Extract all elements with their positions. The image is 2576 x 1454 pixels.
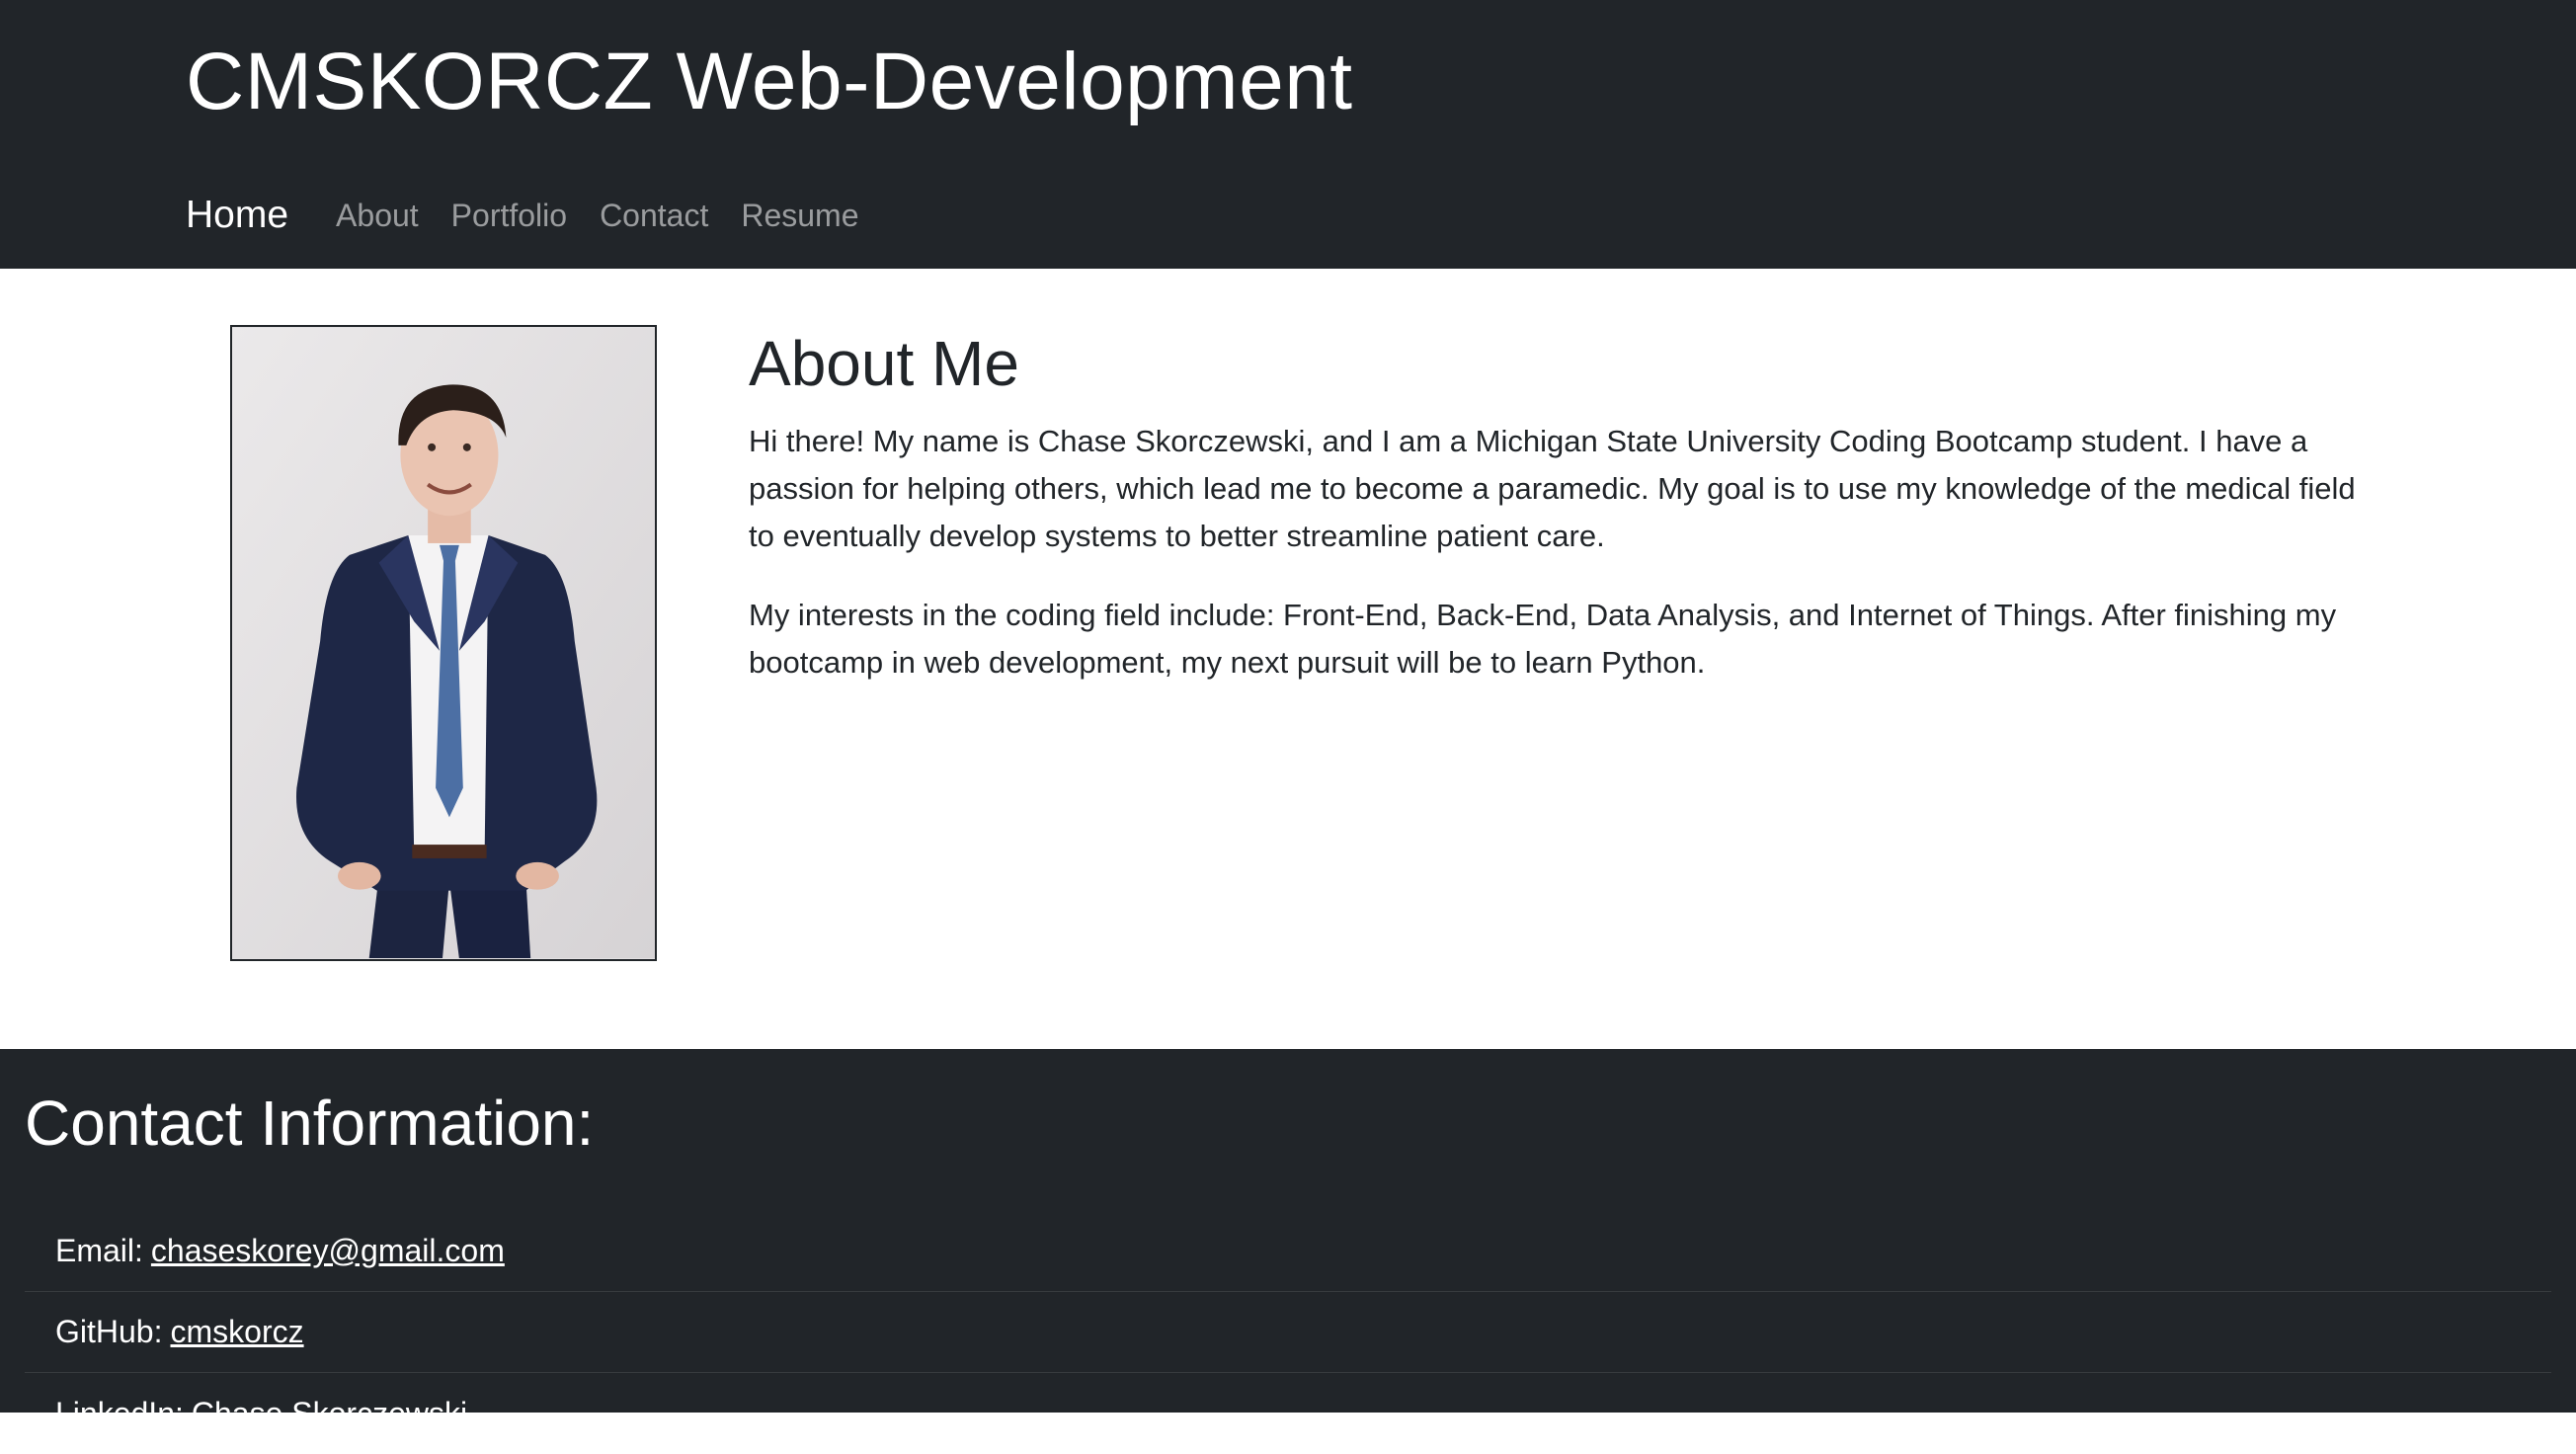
email-label: Email: [55,1233,143,1268]
email-link[interactable]: chaseskorey@gmail.com [151,1233,505,1269]
nav-resume[interactable]: Resume [741,198,858,234]
contact-heading: Contact Information: [25,1088,595,1159]
site-header: CMSKORCZ Web-Development Home About Port… [0,0,2576,269]
github-label: GitHub: [55,1314,163,1349]
contact-item-linkedin: LinkedIn: Chase Skorczewski [25,1373,2551,1454]
about-paragraph-1: Hi there! My name is Chase Skorczewski, … [749,424,2356,553]
contact-item-email: Email: chaseskorey@gmail.com [25,1211,2551,1292]
contact-item-github: GitHub: cmskorcz [25,1292,2551,1373]
nav-portfolio[interactable]: Portfolio [451,198,567,234]
linkedin-link[interactable]: Chase Skorczewski [192,1396,467,1432]
nav-home[interactable]: Home [186,194,288,237]
about-heading: About Me [749,328,1019,399]
github-link[interactable]: cmskorcz [170,1314,303,1350]
nav-about[interactable]: About [336,198,419,234]
nav-contact[interactable]: Contact [600,198,708,234]
linkedin-label: LinkedIn: [55,1395,184,1431]
site-title: CMSKORCZ Web-Development [186,37,1353,126]
contact-list: Email: chaseskorey@gmail.com GitHub: cms… [25,1211,2551,1454]
main-nav: Home About Portfolio Contact Resume [186,188,892,243]
profile-photo [230,325,657,961]
about-section: About Me Hi there! My name is Chase Skor… [0,269,2576,1049]
about-paragraph-2: My interests in the coding field include… [749,598,2337,680]
contact-section: Contact Information: Email: chaseskorey@… [0,1049,2576,1431]
